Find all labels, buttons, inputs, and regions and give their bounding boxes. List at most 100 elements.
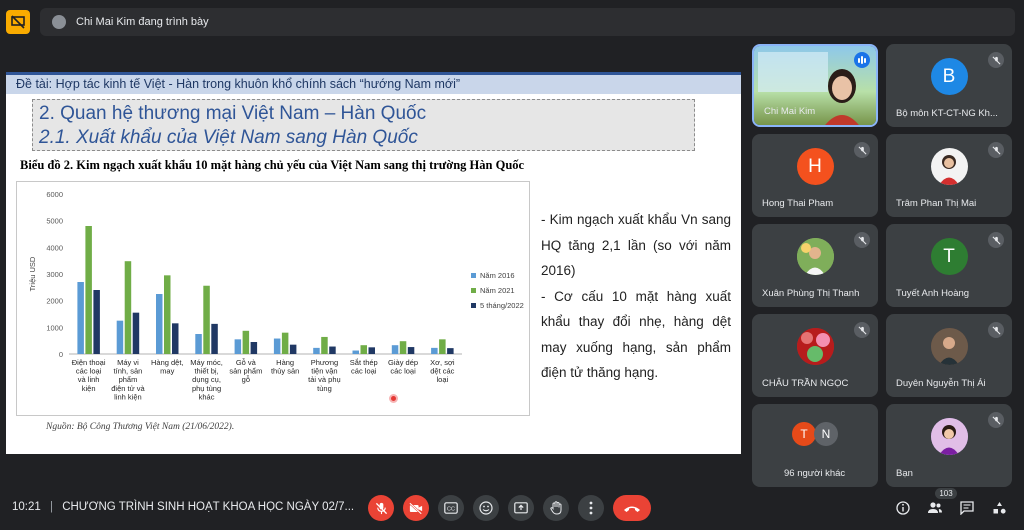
participant-photo [796, 238, 834, 275]
slide-heading: 2. Quan hệ thương mại Việt Nam – Hàn Quố… [39, 103, 427, 124]
bar [289, 344, 297, 354]
bar [93, 290, 100, 354]
bar [281, 332, 289, 354]
y-tick-label: 1000 [46, 323, 63, 332]
bar [195, 334, 202, 354]
x-tick-label: thủy sản [271, 367, 299, 376]
legend-swatch [471, 273, 476, 278]
speaking-indicator-icon [854, 52, 870, 68]
legend-swatch [471, 303, 476, 308]
participant-avatar: B [930, 58, 968, 95]
participant-tile[interactable]: B Bộ môn KT-CT-NG Kh... [886, 44, 1012, 127]
participant-tile[interactable]: Duyên Nguyễn Thị Ái [886, 314, 1012, 397]
mic-off-icon [854, 322, 870, 338]
bar [172, 323, 179, 354]
presentation-slide: Đề tài: Hợp tác kinh tế Việt - Hàn trong… [6, 72, 741, 454]
bar [368, 347, 375, 354]
y-tick-label: 5000 [46, 217, 63, 226]
mic-off-icon [988, 322, 1004, 338]
others-count-label: 96 người khác [784, 468, 846, 479]
bar-chart: 0 1000 2000 3000 4000 5000 6000 Triệu USD Điện t… [16, 181, 530, 416]
bar [124, 261, 132, 354]
x-tick-label: may [160, 367, 174, 376]
bar [439, 339, 446, 354]
captions-icon: CC [444, 502, 458, 514]
meeting-details-button[interactable] [894, 499, 912, 517]
x-tick-label: các loại [390, 367, 416, 376]
others-tile[interactable]: T N 96 người khác [752, 404, 878, 487]
participant-tile[interactable]: Trâm Phan Thị Mai [886, 134, 1012, 217]
participant-tile[interactable]: Xuân Phùng Thị Thanh [752, 224, 878, 307]
slide-notes: - Kim ngạch xuất khẩu Vn sang HQ tăng 2,… [541, 207, 731, 386]
participant-tile[interactable]: Chi Mai Kim [752, 44, 878, 127]
mic-off-icon [988, 232, 1004, 248]
mic-off-icon [854, 142, 870, 158]
participant-photo [930, 418, 968, 455]
bar [431, 347, 438, 354]
bar [250, 342, 258, 354]
slide-subheading: 2.1. Xuất khẩu của Việt Nam sang Hàn Quố… [39, 127, 418, 148]
present-button[interactable] [508, 495, 534, 521]
mic-off-icon [988, 142, 1004, 158]
participant-name: Tuyết Anh Hoàng [896, 288, 970, 299]
clock-time: 10:21 [12, 501, 41, 513]
camera-off-icon [409, 501, 423, 515]
participant-tile[interactable]: H Hong Thai Pham [752, 134, 878, 217]
more-vert-icon [589, 501, 593, 515]
chart-title: Biểu đồ 2. Kim ngạch xuất khẩu 10 mặt hà… [20, 158, 525, 172]
camera-toggle-button[interactable] [403, 495, 429, 521]
more-options-button[interactable] [578, 495, 604, 521]
hang-up-icon [624, 506, 640, 512]
mic-toggle-button[interactable] [368, 495, 394, 521]
captions-button[interactable]: CC [438, 495, 464, 521]
mic-off-icon [988, 412, 1004, 428]
raise-hand-button[interactable] [543, 495, 569, 521]
participant-avatar: H [796, 148, 834, 185]
participant-name: Bộ môn KT-CT-NG Kh... [896, 108, 998, 119]
participant-name: Duyên Nguyễn Thị Ái [896, 378, 986, 389]
bar [164, 275, 171, 354]
meeting-info: 10:21 | CHƯƠNG TRÌNH SINH HOẠT KHOA HỌC … [12, 501, 354, 513]
emoji-icon [479, 501, 493, 515]
x-tick-label: gỗ [242, 375, 250, 384]
bar [321, 336, 328, 354]
slide-heading-box: 2. Quan hệ thương mại Việt Nam – Hàn Quố… [32, 99, 695, 151]
bar [447, 348, 454, 354]
bar [242, 330, 250, 354]
participant-tile[interactable]: CHÂU TRẦN NGỌC [752, 314, 878, 397]
self-tile[interactable]: Bạn [886, 404, 1012, 487]
bullet-point: - Cơ cấu 10 mặt hàng xuất khẩu thay đổi … [541, 288, 731, 381]
participant-tile[interactable]: T Tuyết Anh Hoàng [886, 224, 1012, 307]
participant-name: Hong Thai Pham [762, 198, 834, 209]
activities-button[interactable] [990, 499, 1008, 517]
chat-button[interactable] [958, 499, 976, 517]
x-tick-label: các loại [351, 367, 377, 376]
hand-icon [549, 501, 561, 515]
bar [273, 338, 281, 354]
stop-presenting-icon[interactable] [6, 10, 30, 34]
participant-name: CHÂU TRẦN NGỌC [762, 378, 849, 389]
bar [203, 285, 210, 354]
participant-photo [930, 148, 968, 185]
chat-icon [960, 501, 974, 515]
presenting-banner: Chi Mai Kim đang trình bày [40, 8, 1015, 36]
reactions-button[interactable] [473, 495, 499, 521]
info-icon [896, 501, 910, 515]
x-tick-label: tùng [317, 384, 332, 393]
x-tick-label: linh kiện [114, 392, 142, 401]
laser-pointer [389, 394, 398, 403]
people-button[interactable] [926, 499, 944, 517]
participant-avatar: T [930, 238, 968, 275]
bar [77, 282, 84, 354]
mic-off-icon [988, 52, 1004, 68]
leave-call-button[interactable] [613, 495, 651, 521]
y-tick-label: 6000 [46, 190, 63, 199]
y-axis-title: Triệu USD [28, 256, 37, 291]
bar [352, 350, 359, 354]
bar [391, 345, 399, 354]
participant-name: Trâm Phan Thị Mai [896, 198, 977, 209]
bar [313, 347, 320, 354]
bar [211, 323, 218, 354]
bullet-point: - Kim ngạch xuất khẩu Vn sang HQ tăng 2,… [541, 212, 731, 278]
x-tick-label: loại [437, 375, 449, 384]
